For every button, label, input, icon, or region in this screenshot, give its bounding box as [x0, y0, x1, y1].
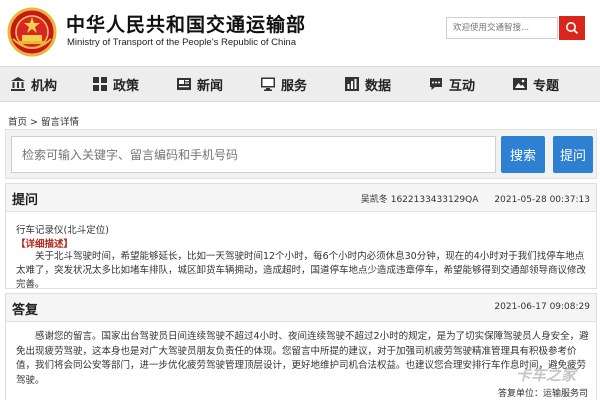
nav-item-policy[interactable]: 政策	[92, 67, 139, 101]
question-header: 提问 吴凯冬 1622133433129QA 2021-05-28 00:37:13	[6, 184, 596, 212]
nav-label: 机构	[31, 78, 58, 94]
question-meta: 吴凯冬 1622133433129QA 2021-05-28 00:37:13	[351, 192, 590, 205]
reply-body: 感谢您的留言。国家出台驾驶员日间连续驾驶不超过4小时、夜间连续驾驶不超过2小时的…	[16, 331, 589, 386]
nav-item-news[interactable]: 新闻	[176, 67, 223, 101]
bar-chart-icon	[345, 77, 359, 91]
newspaper-icon	[177, 78, 191, 90]
reply-datetime: 2021-06-17 09:08:29	[494, 302, 590, 312]
site-title-en: Ministry of Transport of the People’s Re…	[67, 37, 296, 48]
nav-item-institution[interactable]: 机构	[10, 67, 57, 101]
message-search-input[interactable]	[11, 136, 496, 173]
nav-label: 专题	[533, 78, 560, 94]
search-button[interactable]: 搜索	[501, 136, 545, 173]
monitor-icon	[261, 77, 275, 91]
question-subject: 行车记录仪(北斗定位)	[16, 225, 109, 236]
nav-label: 新闻	[197, 78, 224, 94]
question-title: 提问	[12, 193, 39, 208]
site-header: 中华人民共和国交通运输部 Ministry of Transport of th…	[0, 0, 600, 66]
nav-item-service[interactable]: 服务	[260, 67, 307, 101]
message-search-panel: 搜索 提问	[5, 129, 597, 179]
question-datetime: 2021-05-28 00:37:13	[494, 195, 590, 205]
site-search-button[interactable]	[559, 16, 585, 40]
question-author: 吴凯冬	[360, 195, 388, 205]
site-title-cn: 中华人民共和国交通运输部	[66, 14, 307, 36]
search-icon	[566, 22, 579, 35]
ask-question-button[interactable]: 提问	[553, 136, 593, 173]
chat-bubble-icon	[430, 78, 442, 90]
question-body: 关于北斗驾驶时间，希望能够延长，比如一天驾驶时间12个小时，每6个小时内必须休息…	[16, 251, 587, 290]
image-icon	[513, 78, 527, 90]
reply-panel: 答复 2021-06-17 09:08:29 感谢您的留言。国家出台驾驶员日间连…	[5, 293, 597, 400]
site-search-input[interactable]	[446, 17, 558, 39]
reply-meta: 2021-06-17 09:08:29	[484, 302, 590, 312]
nav-label: 数据	[365, 78, 392, 94]
nav-item-interaction[interactable]: 互动	[428, 67, 475, 101]
nav-item-topics[interactable]: 专题	[512, 67, 559, 101]
reply-header: 答复 2021-06-17 09:08:29	[6, 294, 596, 322]
question-panel: 提问 吴凯冬 1622133433129QA 2021-05-28 00:37:13…	[5, 183, 597, 290]
watermark: 卡车之家	[516, 366, 577, 384]
building-icon	[11, 77, 25, 91]
detail-description-label: 【详细描述】	[16, 239, 74, 250]
nav-label: 政策	[113, 78, 140, 94]
reply-department: 答复单位：运输服务司	[497, 389, 588, 399]
nav-item-data[interactable]: 数据	[344, 67, 391, 101]
breadcrumb: 首页 > 留言详情	[8, 114, 79, 128]
nav-label: 服务	[281, 78, 308, 94]
policy-grid-icon	[93, 77, 107, 91]
reply-title: 答复	[12, 303, 39, 318]
breadcrumb-current: 留言详情	[41, 117, 80, 128]
breadcrumb-home-link[interactable]: 首页	[8, 117, 27, 128]
breadcrumb-separator: >	[27, 117, 42, 128]
nav-label: 互动	[449, 78, 476, 94]
question-code: 1622133433129QA	[390, 195, 479, 205]
main-nav: 机构 政策 新闻 服务 数据 互动 专题	[0, 66, 600, 102]
national-emblem-icon	[7, 7, 57, 57]
